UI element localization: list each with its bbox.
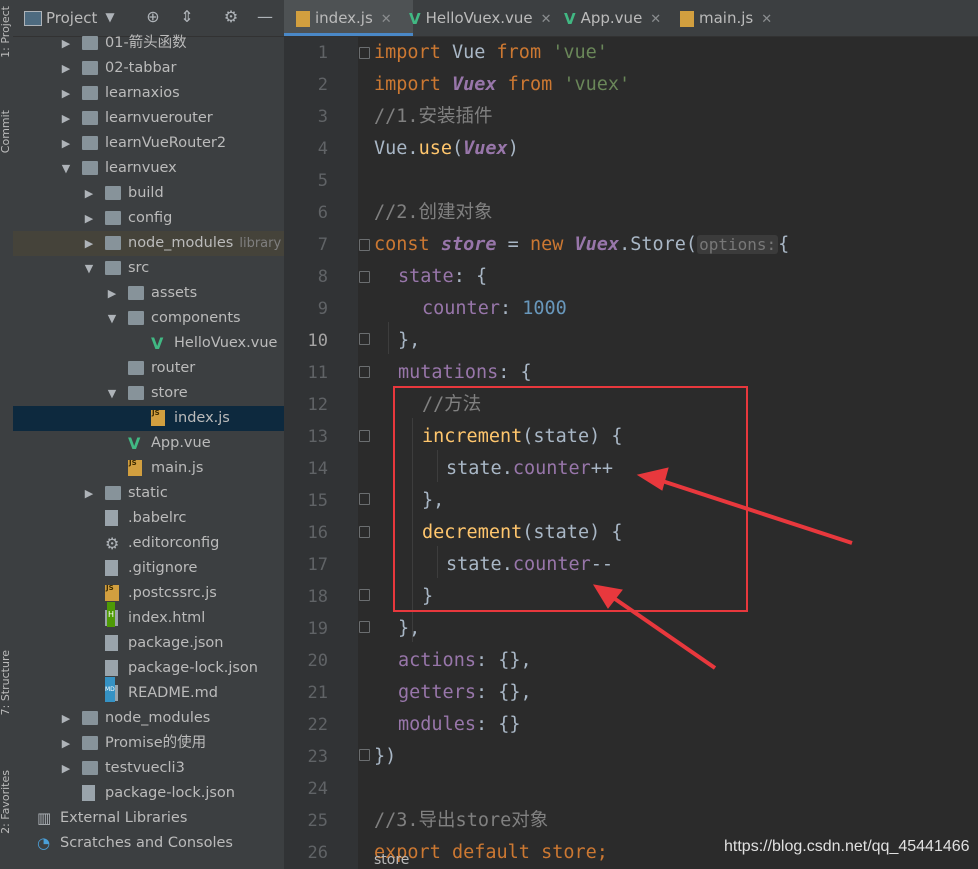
arrowhead-icon <box>592 584 623 609</box>
annotation-arrow <box>603 590 717 670</box>
annotation-arrow <box>649 475 853 545</box>
arrowhead-icon <box>636 467 669 491</box>
breadcrumb[interactable]: store <box>374 852 409 868</box>
annotation-arrows <box>592 467 853 670</box>
watermark: https://blog.csdn.net/qq_45441466 <box>724 838 970 855</box>
